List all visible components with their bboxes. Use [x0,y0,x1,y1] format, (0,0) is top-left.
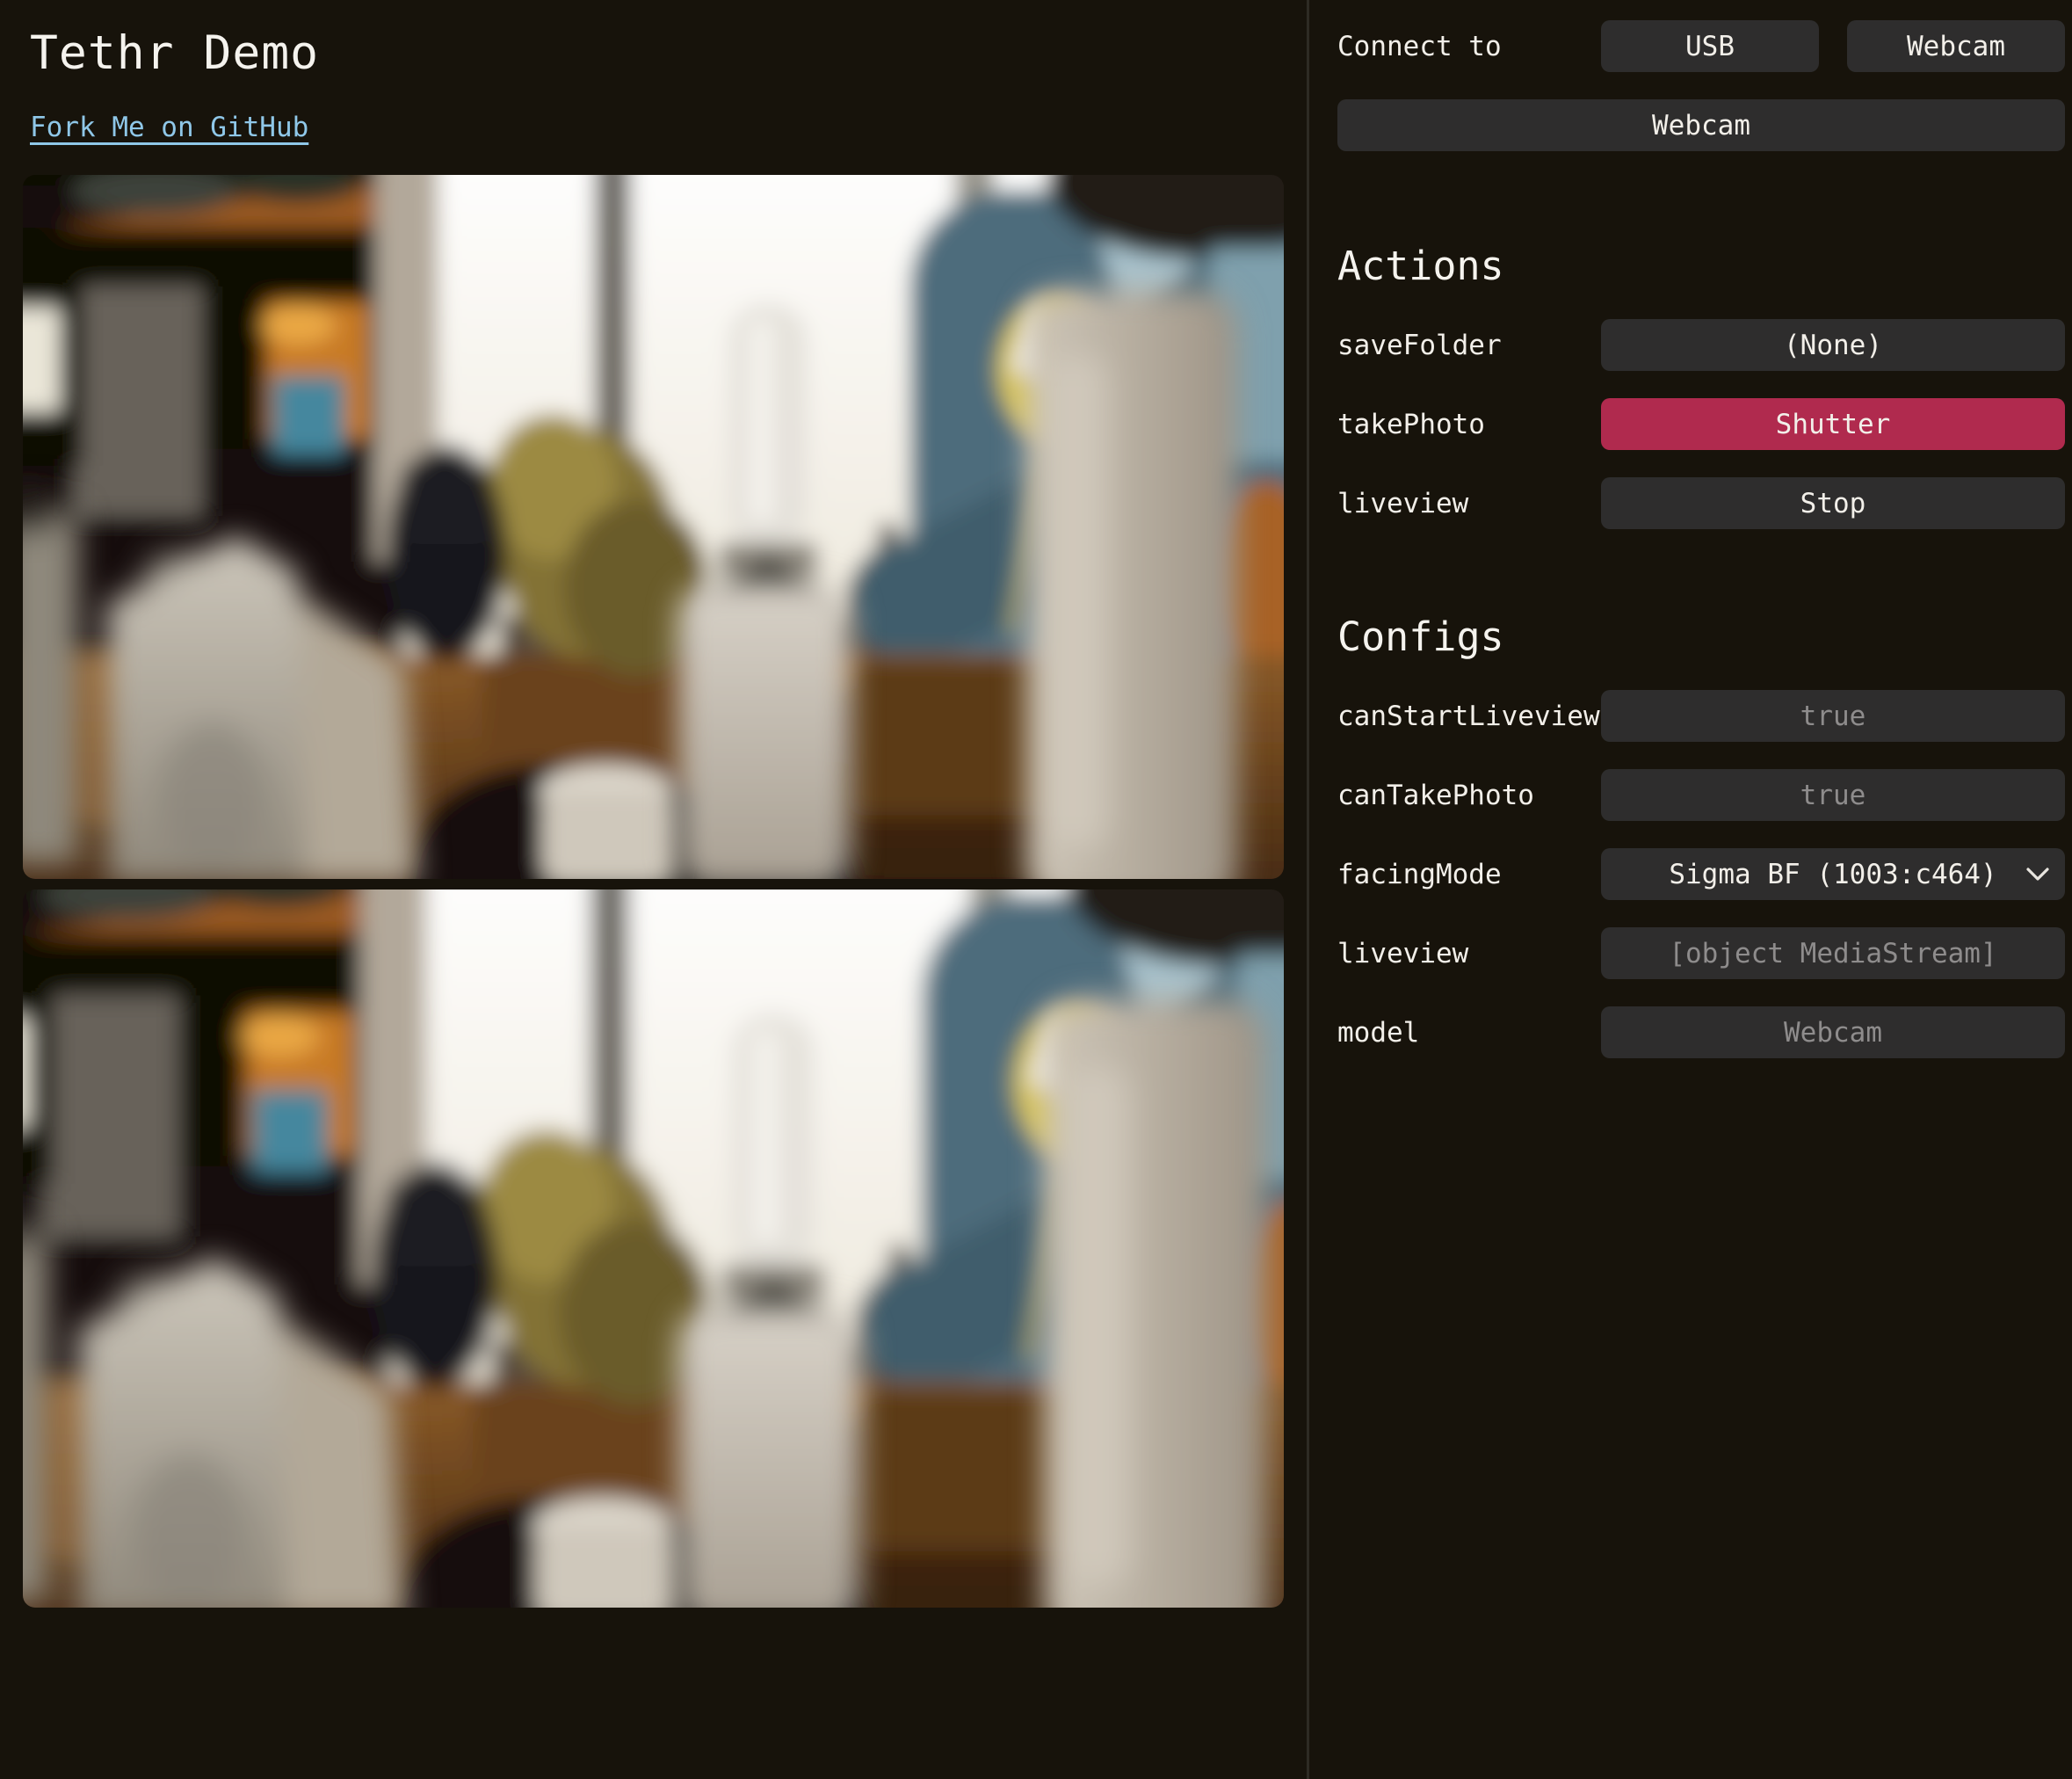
cantakephoto-label: canTakePhoto [1337,780,1601,811]
model-label: model [1337,1017,1601,1049]
savefolder-button[interactable]: (None) [1601,319,2065,371]
connect-webcam-button[interactable]: Webcam [1847,20,2065,72]
liveview-action-row: liveview Stop [1337,477,2065,529]
model-value: Webcam [1601,1006,2065,1058]
savefolder-row: saveFolder (None) [1337,319,2065,371]
webcam-wide-button[interactable]: Webcam [1337,99,2065,151]
canstartliveview-row: canStartLiveview true [1337,690,2065,742]
liveview-image [23,175,1284,879]
connect-row: Connect to USB Webcam [1337,20,2065,72]
liveview-stop-button[interactable]: Stop [1601,477,2065,529]
model-row: model Webcam [1337,1006,2065,1058]
canstartliveview-label: canStartLiveview [1337,701,1601,732]
facing-mode-select[interactable]: Sigma BF (1003:c464) [1601,848,2065,900]
cantakephoto-row: canTakePhoto true [1337,769,2065,821]
app-root: Tethr Demo Fork Me on GitHub Connect to … [0,0,2072,1779]
facingmode-row: facingMode Sigma BF (1003:c464) [1337,848,2065,900]
captured-photo-scene [23,890,1284,1608]
main-column: Tethr Demo Fork Me on GitHub [0,0,1307,1779]
cantakephoto-value: true [1601,769,2065,821]
takephoto-row: takePhoto Shutter [1337,398,2065,450]
page-title: Tethr Demo [30,26,1284,80]
connect-buttons: USB Webcam [1601,20,2065,72]
configs-heading: Configs [1337,614,2065,660]
connect-label: Connect to [1337,31,1601,62]
savefolder-label: saveFolder [1337,330,1601,361]
captured-photo-image [23,890,1284,1608]
shutter-button[interactable]: Shutter [1601,398,2065,450]
fork-github-link[interactable]: Fork Me on GitHub [30,112,308,143]
liveview-config-value: [object MediaStream] [1601,927,2065,979]
liveview-config-row: liveview [object MediaStream] [1337,927,2065,979]
control-panel: Connect to USB Webcam Webcam Actions sav… [1307,0,2072,1779]
liveview-scene [23,175,1284,879]
facing-mode-selected-value: Sigma BF (1003:c464) [1669,859,1996,890]
connected-device-row: Webcam [1337,99,2065,151]
chevron-down-icon [2026,868,2049,882]
takephoto-label: takePhoto [1337,409,1601,440]
canstartliveview-value: true [1601,690,2065,742]
facingmode-label: facingMode [1337,859,1601,890]
liveview-config-label: liveview [1337,938,1601,969]
liveview-action-label: liveview [1337,488,1601,519]
connect-usb-button[interactable]: USB [1601,20,1819,72]
actions-heading: Actions [1337,243,2065,289]
